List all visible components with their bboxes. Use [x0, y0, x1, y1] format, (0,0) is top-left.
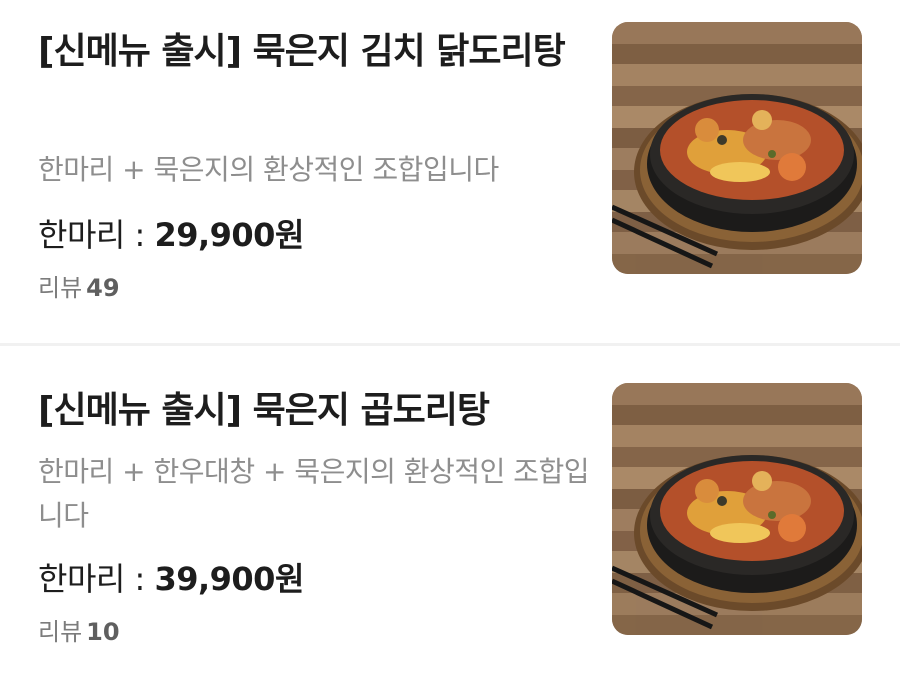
price-amount: 39,900원: [154, 560, 304, 598]
review-count: 리뷰 10: [38, 616, 120, 648]
menu-item-image[interactable]: [612, 383, 862, 635]
menu-item-title: [신메뉴 출시] 묵은지 김치 닭도리탕: [38, 31, 566, 72]
menu-item-image[interactable]: [612, 22, 862, 274]
price-label: 한마리 :: [38, 560, 155, 598]
review-label: 리뷰: [38, 274, 83, 302]
menu-item-description: 한마리 + 한우대창 + 묵은지의 환상적인 조합입니다: [38, 455, 590, 532]
menu-item-price: 한마리 : 29,900원: [38, 213, 304, 257]
menu-item-description: 한마리 + 묵은지의 환상적인 조합입니다: [38, 153, 499, 186]
price-label: 한마리 :: [38, 216, 155, 254]
price-amount: 29,900원: [154, 216, 304, 254]
menu-item-price: 한마리 : 39,900원: [38, 557, 304, 601]
review-number: 49: [86, 274, 120, 302]
menu-item[interactable]: [신메뉴 출시] 묵은지 곱도리탕 한마리 + 한우대창 + 묵은지의 환상적인…: [0, 346, 900, 674]
menu-item-title: [신메뉴 출시] 묵은지 곱도리탕: [38, 390, 490, 431]
review-label: 리뷰: [38, 618, 83, 646]
menu-item[interactable]: [신메뉴 출시] 묵은지 김치 닭도리탕 한마리 + 묵은지의 환상적인 조합입…: [0, 0, 900, 344]
review-number: 10: [86, 618, 120, 646]
review-count: 리뷰 49: [38, 272, 120, 304]
